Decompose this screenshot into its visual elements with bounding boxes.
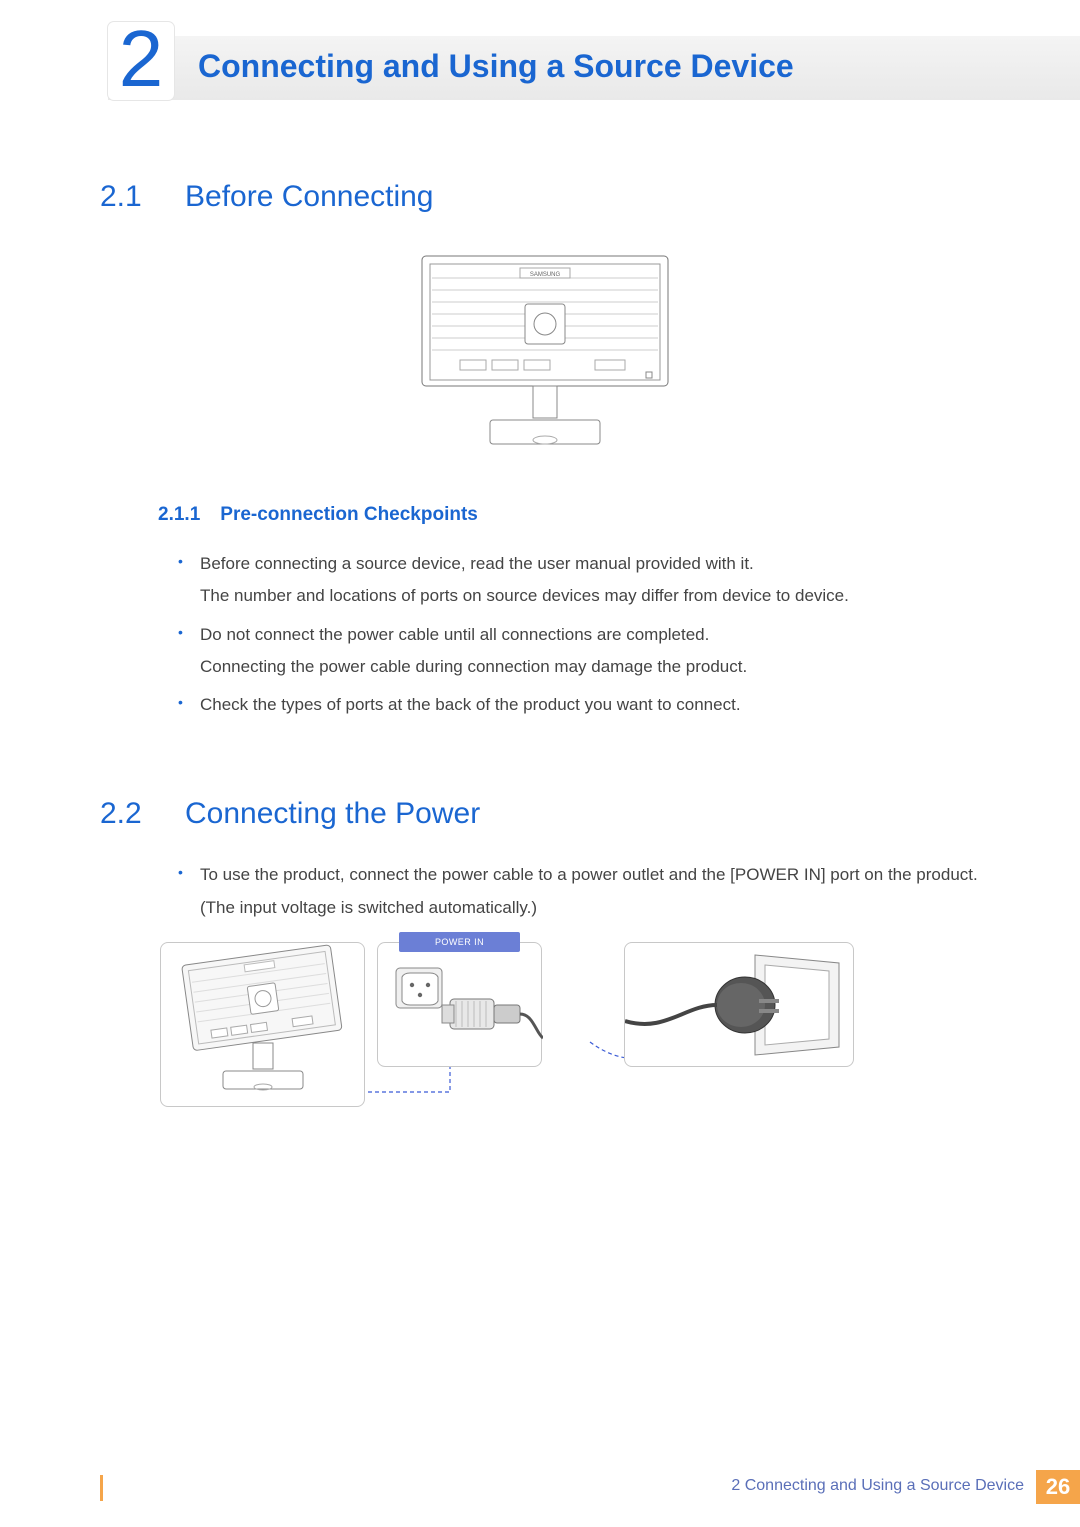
power-in-label: POWER IN: [399, 932, 520, 952]
bullet-text-sub: Connecting the power cable during connec…: [200, 651, 990, 683]
chapter-title: Connecting and Using a Source Device: [198, 48, 794, 85]
page-number: 26: [1046, 1474, 1070, 1500]
monitor-rear-illustration: SAMSUNG: [420, 254, 670, 454]
chapter-number: 2: [119, 19, 164, 99]
panel-power-port: [377, 942, 542, 1067]
panel-monitor-back: [160, 942, 365, 1107]
bullet-text: Before connecting a source device, read …: [200, 554, 754, 573]
chapter-badge: 2: [108, 22, 174, 100]
subsection-2-1-1-header: 2.1.1 Pre-connection Checkpoints: [158, 504, 990, 526]
bullet-text: Do not connect the power cable until all…: [200, 625, 709, 644]
section-title: Before Connecting: [185, 180, 434, 214]
section-number: 2.1: [100, 180, 155, 214]
footer-accent-bar: [100, 1475, 103, 1501]
subsection-number: 2.1.1: [158, 504, 200, 526]
section-number: 2.2: [100, 797, 155, 831]
panel-power-port-wrap: POWER IN: [377, 942, 542, 1107]
list-item: Before connecting a source device, read …: [178, 548, 990, 613]
list-item: Do not connect the power cable until all…: [178, 619, 990, 684]
section-2-2-header: 2.2 Connecting the Power: [100, 797, 990, 831]
figure-monitor-rear: SAMSUNG: [100, 254, 990, 454]
section-title: Connecting the Power: [185, 797, 480, 831]
figure-power-connection: POWER IN: [160, 942, 990, 1107]
preconnection-bullets: Before connecting a source device, read …: [178, 548, 990, 721]
footer-text: 2 Connecting and Using a Source Device: [731, 1477, 1024, 1495]
page-content: 2.1 Before Connecting SAMSUNG: [100, 180, 990, 1107]
bullet-text-sub: The number and locations of ports on sou…: [200, 580, 990, 612]
list-item: Check the types of ports at the back of …: [178, 689, 990, 721]
subsection-title: Pre-connection Checkpoints: [220, 504, 478, 526]
footer: 2 Connecting and Using a Source Device 2…: [100, 1473, 1080, 1503]
power-bullets: To use the product, connect the power ca…: [178, 859, 990, 924]
panel-wall-outlet: [624, 942, 854, 1067]
page-number-badge: 26: [1036, 1470, 1080, 1504]
list-item: To use the product, connect the power ca…: [178, 859, 990, 924]
bullet-text: To use the product, connect the power ca…: [200, 865, 978, 916]
brand-label: SAMSUNG: [530, 272, 561, 278]
section-2-1-header: 2.1 Before Connecting: [100, 180, 990, 214]
bullet-text: Check the types of ports at the back of …: [200, 695, 741, 714]
